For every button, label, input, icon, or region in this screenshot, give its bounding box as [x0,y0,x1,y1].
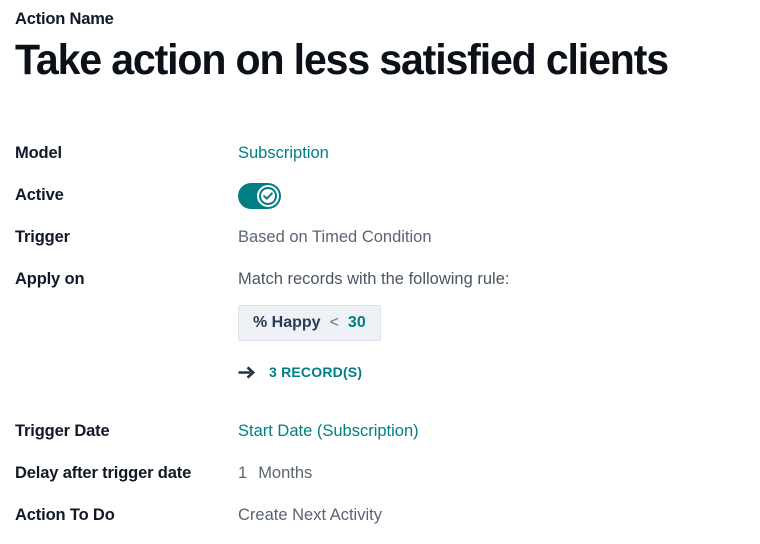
records-count-label[interactable]: 3 RECORD(S) [269,360,362,384]
label-delay: Delay after trigger date [15,464,192,482]
active-toggle[interactable] [238,183,281,209]
form-row-active: Active [15,182,760,224]
arrow-right-icon [238,365,256,380]
domain-rule-chip[interactable]: % Happy < 30 [238,305,381,341]
rule-operator[interactable]: < [330,311,339,335]
field-delay: 1 Months [238,460,760,485]
form-row-apply-on: Apply on Match records with the followin… [15,266,760,418]
label-trigger: Trigger [15,228,70,246]
action-detail-page: Action Name Take action on less satisfie… [0,0,760,532]
field-trigger-date: Start Date (Subscription) [238,418,760,443]
page-header: Action Name Take action on less satisfie… [15,8,755,86]
form-row-action-to-do: Action To Do Create Next Activity [15,502,760,544]
rule-field[interactable]: % Happy [253,311,321,335]
field-action-to-do: Create Next Activity [238,502,760,527]
trigger-date-value[interactable]: Start Date (Subscription) [238,422,419,440]
form-row-model: Model Subscription [15,140,760,182]
form-row-trigger-date: Trigger Date Start Date (Subscription) [15,418,760,460]
toggle-knob [257,185,279,207]
field-model: Subscription [238,140,760,165]
model-value-link[interactable]: Subscription [238,144,329,162]
check-icon [259,187,277,205]
field-trigger: Based on Timed Condition [238,224,760,249]
form-row-trigger: Trigger Based on Timed Condition [15,224,760,266]
domain-editor: Match records with the following rule: %… [238,267,760,384]
label-trigger-date: Trigger Date [15,422,110,440]
label-model: Model [15,144,62,162]
delay-value-group: 1 Months [238,461,312,485]
page-title[interactable]: Take action on less satisfied clients [15,34,722,86]
action-name-label: Action Name [15,10,114,28]
trigger-value[interactable]: Based on Timed Condition [238,228,432,246]
action-form: Model Subscription Active Trigger Based … [15,140,760,544]
rule-value[interactable]: 30 [348,311,366,335]
records-count-link[interactable]: 3 RECORD(S) [238,360,362,384]
label-action-to-do: Action To Do [15,506,115,524]
action-to-do-value[interactable]: Create Next Activity [238,506,382,524]
label-apply-on: Apply on [15,270,85,288]
form-row-delay: Delay after trigger date 1 Months [15,460,760,502]
field-apply-on: Match records with the following rule: %… [238,266,760,384]
delay-amount[interactable]: 1 [238,461,247,485]
field-active [238,182,760,209]
domain-match-text: Match records with the following rule: [238,270,510,288]
label-active: Active [15,186,64,204]
delay-unit[interactable]: Months [258,461,312,485]
